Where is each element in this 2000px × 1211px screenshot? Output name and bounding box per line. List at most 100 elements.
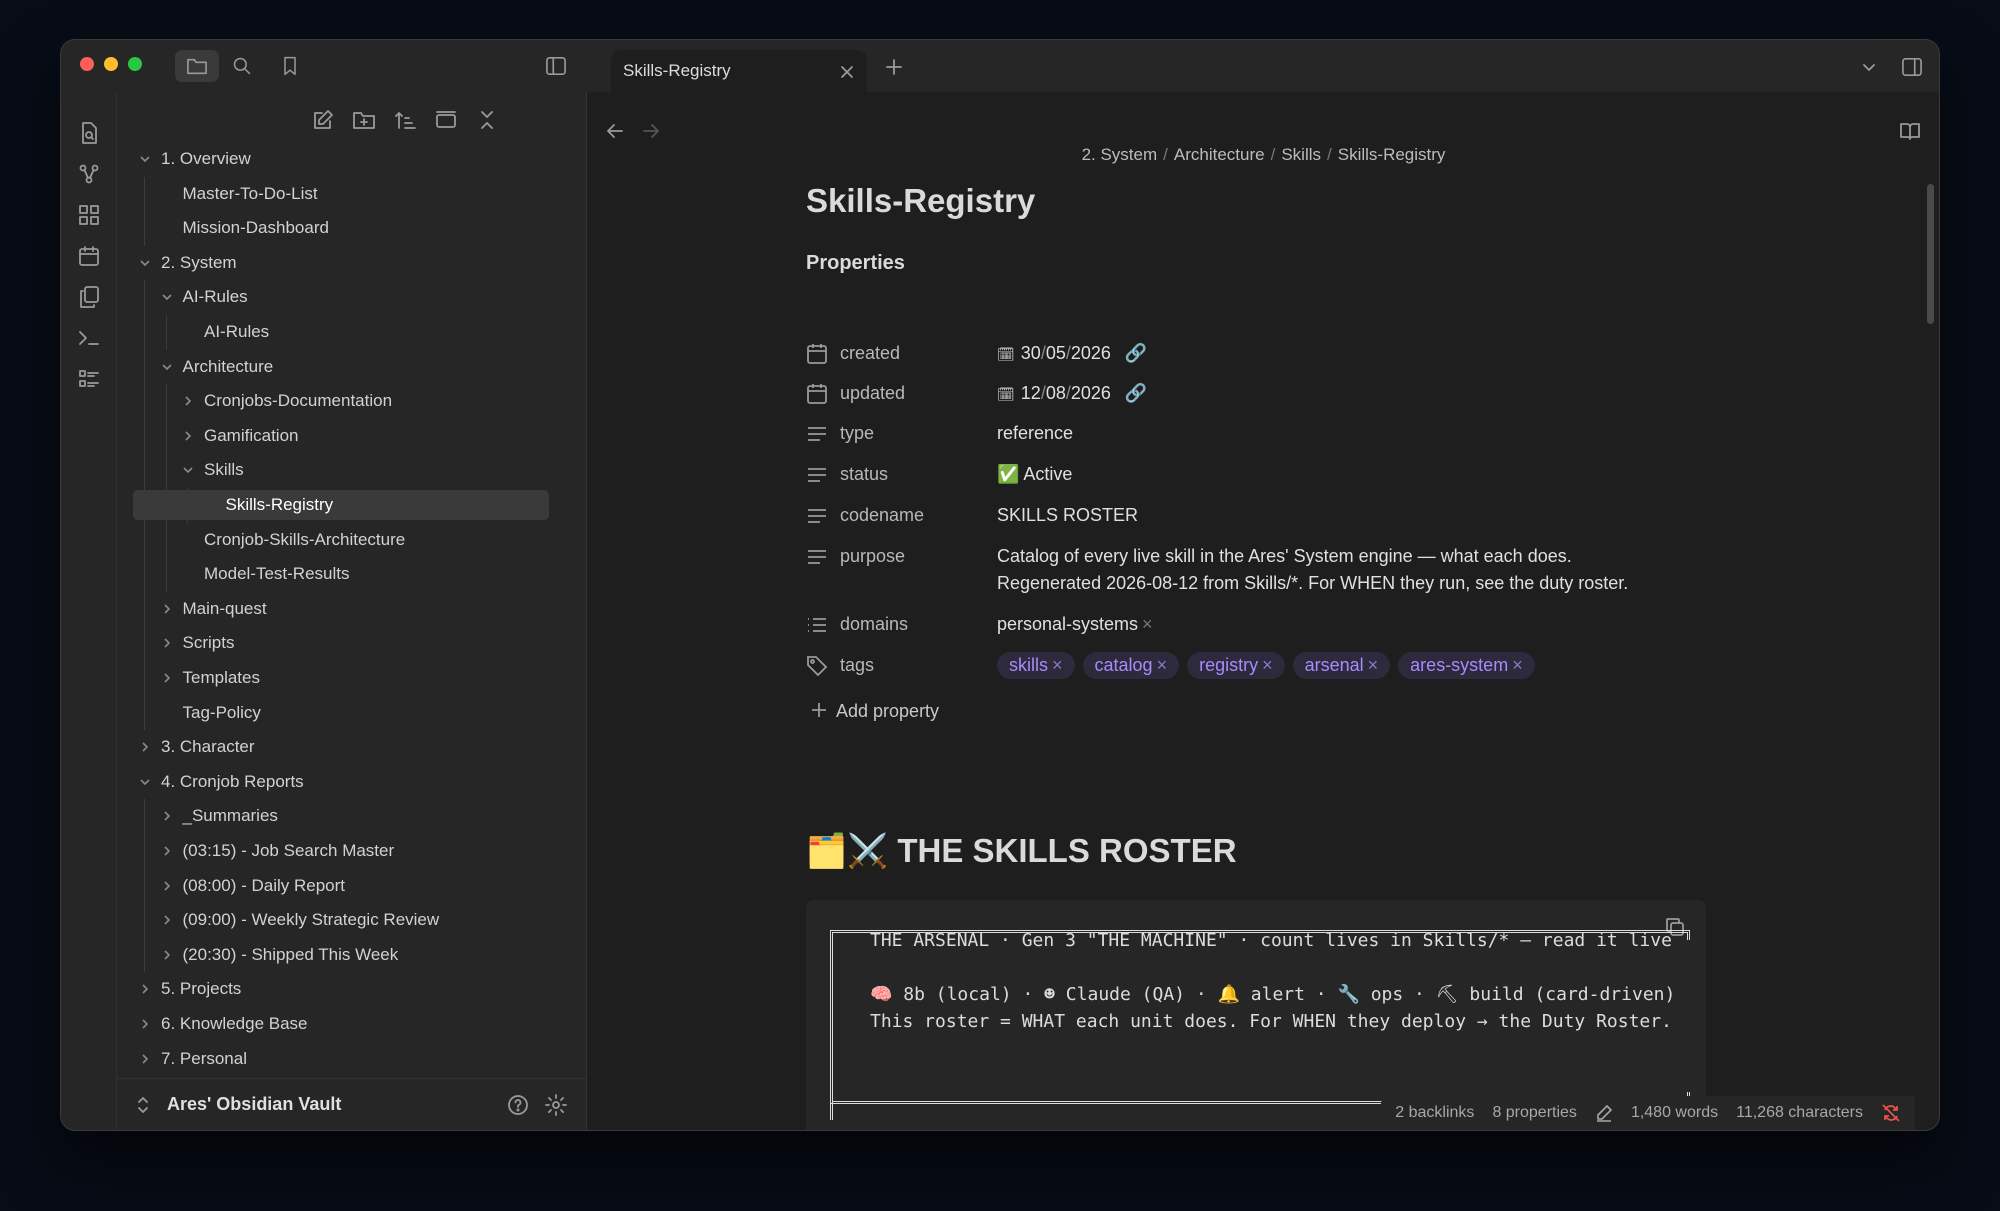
folder-item[interactable]: 2. System xyxy=(117,246,557,280)
open-quick-switcher-button[interactable] xyxy=(74,118,104,148)
chevron-right-icon[interactable] xyxy=(161,672,173,684)
close-window-button[interactable] xyxy=(80,57,94,71)
chevron-right-icon[interactable] xyxy=(161,845,173,857)
tag-pill[interactable]: skills × xyxy=(997,652,1075,679)
folder-item[interactable]: (08:00) - Daily Report xyxy=(117,869,557,903)
file-item[interactable]: Mission-Dashboard xyxy=(117,211,557,245)
date-value[interactable]: 🗓 30/05/2026 🔗 xyxy=(997,343,1147,364)
property-updated[interactable]: updated 🗓 12/08/2026 🔗 xyxy=(806,380,1706,412)
remove-tag-icon[interactable]: × xyxy=(1512,655,1523,675)
close-tab-button[interactable] xyxy=(837,62,857,82)
folder-item[interactable]: Gamification xyxy=(117,419,557,453)
folder-item[interactable]: Cronjobs-Documentation xyxy=(117,384,557,418)
chevron-right-icon[interactable] xyxy=(182,430,194,442)
property-value[interactable]: SKILLS ROSTER xyxy=(997,505,1138,526)
chevron-right-icon[interactable] xyxy=(161,810,173,822)
open-terminal-button[interactable] xyxy=(74,323,104,353)
open-outline-button[interactable] xyxy=(74,364,104,394)
property-codename[interactable]: codename SKILLS ROSTER xyxy=(806,502,1706,534)
zoom-window-button[interactable] xyxy=(128,57,142,71)
chevron-right-icon[interactable] xyxy=(161,949,173,961)
chevron-down-icon[interactable] xyxy=(161,361,173,373)
property-type[interactable]: type reference xyxy=(806,420,1706,452)
remove-icon[interactable]: × xyxy=(1142,614,1153,634)
folder-item[interactable]: (09:00) - Weekly Strategic Review xyxy=(117,903,557,937)
folder-item[interactable]: _Summaries xyxy=(117,799,557,833)
vault-switcher[interactable]: Ares' Obsidian Vault xyxy=(117,1078,587,1130)
tab-list-button[interactable] xyxy=(1854,52,1884,82)
remove-tag-icon[interactable]: × xyxy=(1052,655,1063,675)
chevron-right-icon[interactable] xyxy=(139,1053,151,1065)
folder-item[interactable]: 5. Projects xyxy=(117,972,557,1006)
folder-item[interactable]: Templates xyxy=(117,661,557,695)
open-daily-note-button[interactable] xyxy=(74,241,104,271)
back-button[interactable] xyxy=(600,116,630,146)
breadcrumb-item[interactable]: 2. System xyxy=(1082,145,1158,164)
folder-item[interactable]: Skills xyxy=(117,453,557,487)
folder-item[interactable]: Scripts xyxy=(117,626,557,660)
backlinks-count[interactable]: 2 backlinks xyxy=(1395,1104,1474,1122)
new-tab-button[interactable] xyxy=(879,52,909,82)
property-tags[interactable]: tags skills × catalog × registry × arsenal × are… xyxy=(806,652,1706,684)
chevron-down-icon[interactable] xyxy=(139,257,151,269)
toggle-left-sidebar-button[interactable] xyxy=(541,52,571,80)
toggle-right-sidebar-button[interactable] xyxy=(1897,52,1927,82)
chevron-down-icon[interactable] xyxy=(161,291,173,303)
chevron-down-icon[interactable] xyxy=(139,153,151,165)
folder-item[interactable]: 4. Cronjob Reports xyxy=(117,765,557,799)
tag-pill[interactable]: registry × xyxy=(1187,652,1285,679)
new-note-button[interactable] xyxy=(308,105,338,135)
folder-item[interactable]: 7. Personal xyxy=(117,1042,557,1072)
remove-tag-icon[interactable]: × xyxy=(1368,655,1379,675)
collapse-all-button[interactable] xyxy=(472,105,502,135)
file-item[interactable]: Model-Test-Results xyxy=(117,557,557,591)
chevron-right-icon[interactable] xyxy=(161,637,173,649)
help-button[interactable] xyxy=(505,1092,531,1118)
file-item[interactable]: Cronjob-Skills-Architecture xyxy=(117,523,557,557)
property-value[interactable]: reference xyxy=(997,423,1073,444)
breadcrumb-item[interactable]: Architecture xyxy=(1174,145,1265,164)
editor-scrollbar[interactable] xyxy=(1927,184,1934,324)
property-value[interactable]: personal-systems × xyxy=(997,614,1153,635)
file-item[interactable]: Master-To-Do-List xyxy=(117,177,557,211)
tab-skills-registry[interactable]: Skills-Registry xyxy=(611,50,867,92)
minimize-window-button[interactable] xyxy=(104,57,118,71)
auto-reveal-button[interactable] xyxy=(431,105,461,135)
reading-view-button[interactable] xyxy=(1895,116,1925,146)
open-canvas-button[interactable] xyxy=(74,200,104,230)
files-view-button[interactable] xyxy=(175,50,219,82)
forward-button[interactable] xyxy=(636,116,666,146)
tag-pill[interactable]: arsenal × xyxy=(1292,652,1391,679)
property-value-line[interactable]: Regenerated 2026-08-12 from Skills/*. Fo… xyxy=(997,573,1628,594)
sort-order-button[interactable] xyxy=(390,105,420,135)
property-domains[interactable]: domains personal-systems × xyxy=(806,611,1706,643)
section-heading[interactable]: 🗂️⚔️ THE SKILLS ROSTER xyxy=(806,832,1237,871)
folder-item[interactable]: 3. Character xyxy=(117,730,557,764)
folder-item[interactable]: (03:15) - Job Search Master xyxy=(117,834,557,868)
folder-item[interactable]: Main-quest xyxy=(117,592,557,626)
chevron-right-icon[interactable] xyxy=(139,1018,151,1030)
note-title[interactable]: Skills-Registry xyxy=(806,182,1035,220)
add-property-button[interactable]: Add property xyxy=(806,698,1706,730)
pencil-icon[interactable] xyxy=(1595,1104,1613,1122)
chevron-right-icon[interactable] xyxy=(139,983,151,995)
date-value[interactable]: 🗓 12/08/2026 🔗 xyxy=(997,383,1147,404)
chevron-right-icon[interactable] xyxy=(161,603,173,615)
folder-item[interactable]: Architecture xyxy=(117,350,557,384)
folder-item[interactable]: 1. Overview xyxy=(117,142,557,176)
property-value-line[interactable]: Catalog of every live skill in the Ares'… xyxy=(997,546,1572,567)
file-item[interactable]: Skills-Registry xyxy=(117,488,557,522)
property-status[interactable]: status ✅ Active xyxy=(806,461,1706,493)
chevron-right-icon[interactable] xyxy=(139,741,151,753)
breadcrumb-item[interactable]: Skills xyxy=(1281,145,1321,164)
file-item[interactable]: Tag-Policy xyxy=(117,696,557,730)
open-graph-view-button[interactable] xyxy=(74,159,104,189)
more-options-button[interactable] xyxy=(1935,116,1939,146)
chevron-down-icon[interactable] xyxy=(139,776,151,788)
settings-button[interactable] xyxy=(543,1092,569,1118)
folder-item[interactable]: (20:30) - Shipped This Week xyxy=(117,938,557,972)
link-icon[interactable]: 🔗 xyxy=(1125,343,1147,363)
property-created[interactable]: created 🗓 30/05/2026 🔗 xyxy=(806,340,1706,372)
tag-pill[interactable]: ares-system × xyxy=(1398,652,1535,679)
search-button[interactable] xyxy=(227,52,257,80)
